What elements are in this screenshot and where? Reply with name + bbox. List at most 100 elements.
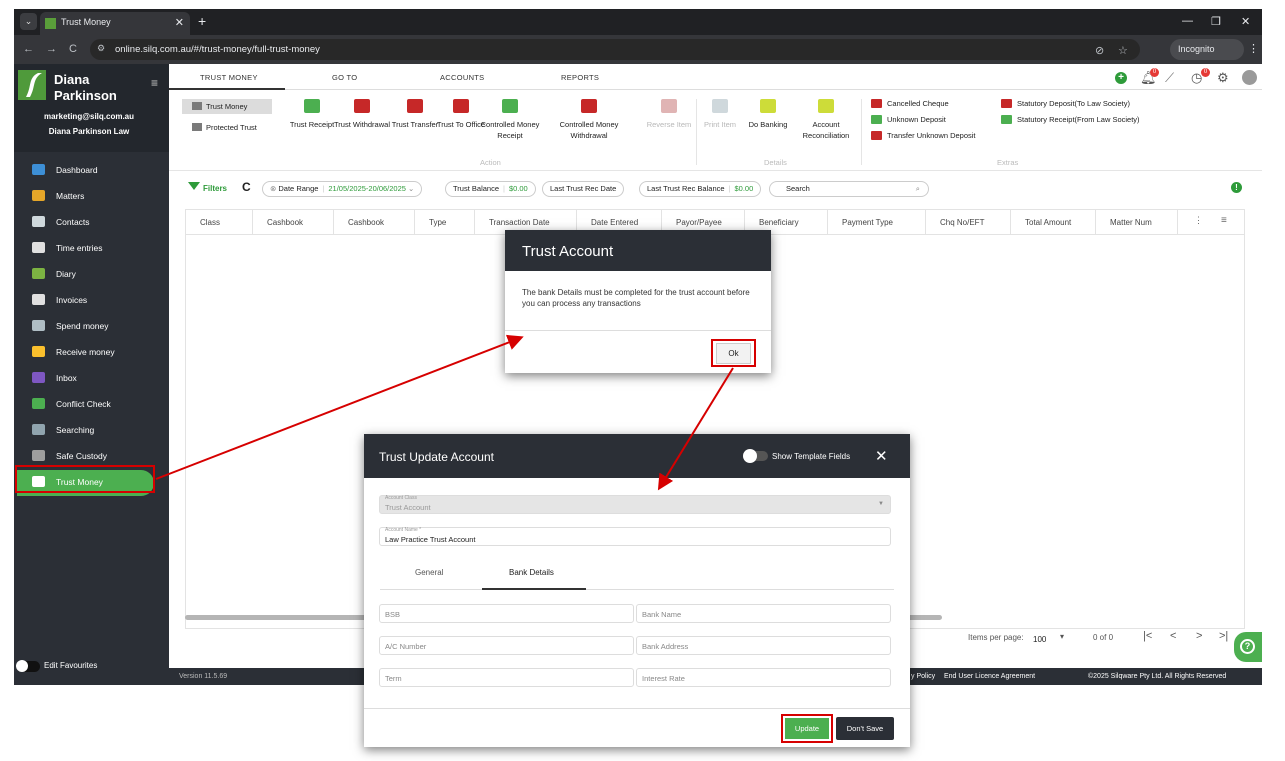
avatar[interactable] bbox=[1242, 70, 1257, 85]
site-info-icon[interactable]: ⚙ bbox=[97, 43, 105, 54]
minimize-icon[interactable]: — bbox=[1182, 15, 1193, 27]
grid-options-icon[interactable]: ≡ bbox=[1221, 215, 1227, 226]
column-header[interactable]: Chq No/EFT bbox=[926, 210, 1011, 235]
ribbon-button-do-banking[interactable]: Do Banking bbox=[738, 99, 798, 130]
close-icon[interactable]: ✕ bbox=[875, 447, 888, 465]
ribbon-toolbar: Trust Money Protected Trust Trust Receip… bbox=[169, 91, 1262, 171]
eula-link[interactable]: End User Licence Agreement bbox=[944, 673, 1035, 680]
ac-number-field[interactable]: A/C Number bbox=[379, 636, 634, 655]
last-page-icon[interactable]: >| bbox=[1219, 630, 1228, 642]
browser-menu-icon[interactable]: ⋮ bbox=[1248, 42, 1259, 55]
tab-close-icon[interactable]: ✕ bbox=[175, 16, 184, 29]
ribbon-protected-trust[interactable]: Protected Trust bbox=[182, 120, 272, 135]
sidebar-item-inbox[interactable]: Inbox bbox=[14, 366, 169, 392]
sidebar-item-contacts[interactable]: Contacts bbox=[14, 210, 169, 236]
chart-icon[interactable]: ⟋ bbox=[1165, 70, 1174, 86]
sidebar-item-conflict-check[interactable]: Conflict Check bbox=[14, 392, 169, 418]
ribbon-extra-transfer-unknown-deposit[interactable]: Transfer Unknown Deposit bbox=[871, 131, 976, 140]
nav-go-to[interactable]: GO TO bbox=[332, 73, 357, 82]
next-page-icon[interactable]: > bbox=[1196, 630, 1202, 642]
search-icon[interactable]: ⌕ bbox=[916, 182, 920, 196]
column-header[interactable]: Class bbox=[186, 210, 253, 235]
nav-reports[interactable]: REPORTS bbox=[561, 73, 599, 82]
ribbon-extra-unknown-deposit[interactable]: Unknown Deposit bbox=[871, 115, 946, 124]
eye-off-icon[interactable]: ⊘ bbox=[1095, 44, 1104, 57]
sidebar-item-diary[interactable]: Diary bbox=[14, 262, 169, 288]
account-name-field[interactable]: Account Name * Law Practice Trust Accoun… bbox=[379, 527, 891, 546]
ribbon-trust-money[interactable]: Trust Money bbox=[182, 99, 272, 114]
ribbon-button-label: Controlled Money Receipt bbox=[480, 120, 540, 140]
back-icon[interactable]: ← bbox=[23, 43, 34, 55]
ribbon-extra-statutory-deposit[interactable]: Statutory Deposit(To Law Society) bbox=[1001, 99, 1130, 108]
money-icon bbox=[1001, 99, 1012, 108]
nav-accounts[interactable]: ACCOUNTS bbox=[440, 73, 485, 82]
term-field[interactable]: Term bbox=[379, 668, 634, 687]
sidebar-item-dashboard[interactable]: Dashboard bbox=[14, 158, 169, 184]
items-per-page-select[interactable]: 100 bbox=[1033, 635, 1046, 644]
ribbon-extra-cancelled-cheque[interactable]: Cancelled Cheque bbox=[871, 99, 949, 108]
new-tab-icon[interactable]: + bbox=[198, 13, 206, 29]
browser-tab[interactable]: Trust Money ✕ bbox=[40, 12, 190, 35]
privacy-policy-link[interactable]: y Policy bbox=[911, 673, 935, 680]
dialog-title: Trust Account bbox=[522, 243, 614, 260]
help-button[interactable]: ? bbox=[1234, 632, 1262, 662]
add-icon[interactable]: + bbox=[1115, 72, 1127, 84]
last-rec-balance-chip: Last Trust Rec Balance | $0.00 bbox=[639, 181, 762, 197]
bank-name-field[interactable]: Bank Name bbox=[636, 604, 891, 623]
show-template-toggle[interactable] bbox=[743, 449, 768, 463]
window-close-icon[interactable]: ✕ bbox=[1241, 15, 1250, 28]
group-label-extras: Extras bbox=[997, 158, 1019, 167]
select-caret-icon[interactable]: ▾ bbox=[1060, 632, 1064, 641]
sidebar-item-searching[interactable]: Searching bbox=[14, 418, 169, 444]
sidebar-item-spend-money[interactable]: Spend money bbox=[14, 314, 169, 340]
tab-general[interactable]: General bbox=[415, 568, 443, 577]
column-header[interactable]: Cashbook bbox=[334, 210, 415, 235]
ac-number-placeholder: A/C Number bbox=[385, 642, 427, 651]
money-icon bbox=[871, 99, 882, 108]
info-icon[interactable]: ! bbox=[1231, 182, 1242, 193]
incognito-badge[interactable]: Incognito bbox=[1170, 39, 1244, 60]
prev-page-icon[interactable]: < bbox=[1170, 630, 1176, 642]
trust-money-icon bbox=[192, 102, 202, 110]
bookmark-star-icon[interactable]: ☆ bbox=[1118, 44, 1128, 57]
sidebar-item-invoices[interactable]: Invoices bbox=[14, 288, 169, 314]
bsb-field[interactable]: BSB bbox=[379, 604, 634, 623]
edit-favourites-toggle[interactable] bbox=[16, 660, 40, 672]
column-menu-icon[interactable]: ⋮ bbox=[1194, 215, 1203, 226]
date-range-chip[interactable]: ⊗ Date Range | 21/05/2025-20/06/2025 ⌄ bbox=[262, 181, 423, 197]
sidebar-item-receive-money[interactable]: Receive money bbox=[14, 340, 169, 366]
refresh-icon[interactable]: C bbox=[242, 180, 251, 194]
filter-funnel-icon[interactable] bbox=[188, 182, 200, 190]
filters-label[interactable]: Filters bbox=[203, 184, 227, 193]
dont-save-button[interactable]: Don't Save bbox=[836, 717, 894, 740]
ribbon-button-controlled-money-receipt[interactable]: Controlled Money Receipt bbox=[480, 99, 540, 141]
column-header[interactable]: Payment Type bbox=[828, 210, 926, 235]
first-page-icon[interactable]: |< bbox=[1143, 630, 1152, 642]
user-email: marketing@silq.com.au bbox=[43, 112, 135, 121]
bank-address-field[interactable]: Bank Address bbox=[636, 636, 891, 655]
restore-icon[interactable]: ❐ bbox=[1211, 15, 1221, 28]
nav-trust-money[interactable]: TRUST MONEY bbox=[200, 73, 258, 82]
settings-gear-icon[interactable]: ⚙ bbox=[1217, 70, 1229, 86]
sidebar-item-matters[interactable]: Matters bbox=[14, 184, 169, 210]
hamburger-icon[interactable]: ≡ bbox=[151, 76, 158, 90]
ribbon-button-controlled-money-withdrawal[interactable]: Controlled Money Withdrawal bbox=[559, 99, 619, 141]
column-header[interactable]: Total Amount bbox=[1011, 210, 1096, 235]
ribbon-button-trust-withdrawal[interactable]: Trust Withdrawal bbox=[332, 99, 392, 130]
inbox-icon bbox=[32, 372, 45, 383]
url-bar[interactable]: ⚙ online.silq.com.au/#/trust-money/full-… bbox=[90, 39, 1140, 60]
ribbon-extra-statutory-receipt[interactable]: Statutory Receipt(From Law Society) bbox=[1001, 115, 1140, 124]
tab-search-icon[interactable]: ⌄ bbox=[20, 13, 37, 30]
matters-icon bbox=[32, 190, 45, 201]
reload-icon[interactable]: C bbox=[69, 43, 77, 55]
forward-icon[interactable]: → bbox=[46, 43, 57, 55]
clear-icon[interactable]: ⊗ bbox=[270, 184, 276, 193]
column-header[interactable]: Matter Num bbox=[1096, 210, 1178, 235]
tab-bank-details[interactable]: Bank Details bbox=[509, 568, 554, 577]
interest-rate-field[interactable]: Interest Rate bbox=[636, 668, 891, 687]
column-header[interactable]: Cashbook bbox=[253, 210, 334, 235]
ribbon-button-account-reconciliation[interactable]: Account Reconciliation bbox=[796, 99, 856, 141]
column-header[interactable]: Type bbox=[415, 210, 475, 235]
search-input[interactable]: Search ⌕ bbox=[769, 181, 929, 197]
sidebar-item-time-entries[interactable]: Time entries bbox=[14, 236, 169, 262]
